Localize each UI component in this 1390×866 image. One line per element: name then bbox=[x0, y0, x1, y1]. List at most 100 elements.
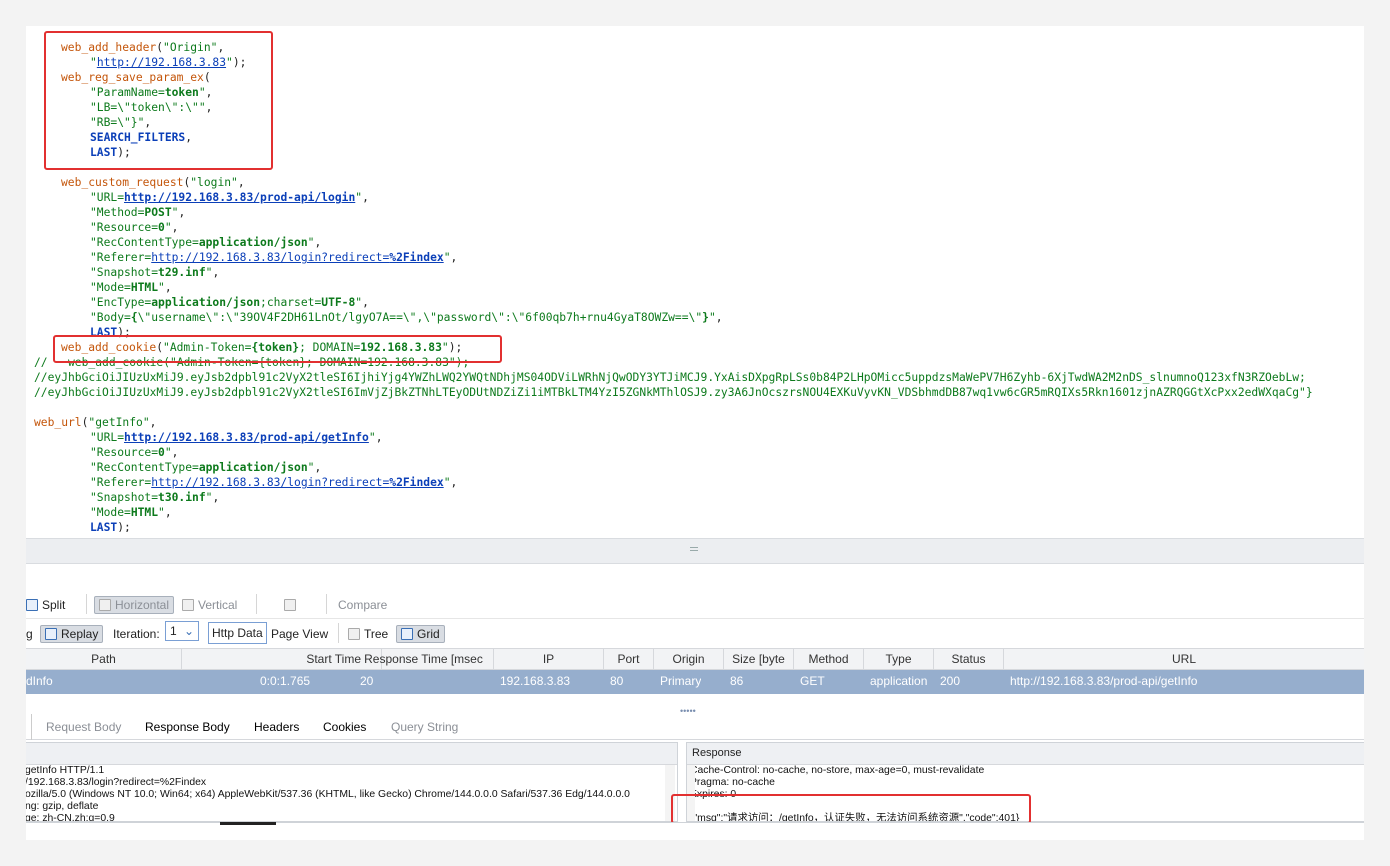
col-type[interactable]: Type bbox=[864, 649, 934, 671]
grid-button[interactable]: Grid bbox=[396, 625, 445, 643]
replay-icon bbox=[45, 628, 57, 640]
col-method[interactable]: Method bbox=[794, 649, 864, 671]
chevron-down-icon: ⌄ bbox=[183, 624, 194, 638]
script-editor[interactable]: web_add_header("Origin", "http://192.168.… bbox=[26, 26, 1364, 532]
code-line[interactable]: "RecContentType=application/json", bbox=[26, 235, 1364, 250]
toolbar-divider bbox=[338, 623, 339, 643]
cell-port: 80 bbox=[610, 674, 624, 688]
code-line[interactable]: LAST); bbox=[26, 325, 1364, 340]
code-line[interactable]: LAST); bbox=[26, 520, 1364, 532]
code-line[interactable]: "http://192.168.3.83"); bbox=[26, 55, 1364, 70]
col-url[interactable]: URL bbox=[1004, 649, 1364, 671]
code-line[interactable]: "URL=http://192.168.3.83/prod-api/login"… bbox=[26, 190, 1364, 205]
http-data-button[interactable]: Http Data bbox=[208, 622, 267, 644]
text-line: {"msg":"请求访问：/getInfo，认证失败，无法访问系统资源","co… bbox=[690, 813, 1020, 822]
tab-headers[interactable]: Headers bbox=[254, 720, 299, 734]
splitter-grip[interactable] bbox=[690, 547, 698, 551]
col-response-time[interactable]: Response Time [msec bbox=[354, 649, 494, 671]
code-line[interactable]: web_url("getInfo", bbox=[26, 415, 1364, 430]
page-view-button[interactable]: Page View bbox=[271, 625, 328, 643]
code-line[interactable]: "Referer=http://192.168.3.83/login?redir… bbox=[26, 250, 1364, 265]
text-line: ozilla/5.0 (Windows NT 10.0; Win64; x64)… bbox=[26, 789, 630, 800]
grid-label: Grid bbox=[417, 627, 440, 641]
cell-size: 86 bbox=[730, 674, 744, 688]
code-line[interactable] bbox=[26, 400, 1364, 415]
compare-button[interactable]: Compare bbox=[338, 596, 387, 614]
scroll-thumb[interactable] bbox=[220, 822, 276, 825]
horizontal-label: Horizontal bbox=[115, 598, 170, 612]
code-line[interactable]: "Body={\"username\":\"39OV4F2DH61LnOt/lg… bbox=[26, 310, 1364, 325]
code-line[interactable]: "URL=http://192.168.3.83/prod-api/getInf… bbox=[26, 430, 1364, 445]
col-path[interactable]: Path bbox=[26, 649, 182, 671]
iteration-value: 1 bbox=[170, 624, 177, 638]
code-line[interactable]: web_add_header("Origin", bbox=[26, 40, 1364, 55]
request-text[interactable]: getInfo HTTP/1.1/192.168.3.83/login?redi… bbox=[26, 765, 677, 822]
code-line[interactable]: web_reg_save_param_ex( bbox=[26, 70, 1364, 85]
cell-origin: Primary bbox=[660, 674, 702, 688]
tab-response-body[interactable]: Response Body bbox=[145, 720, 230, 734]
code-line[interactable]: "ParamName=token", bbox=[26, 85, 1364, 100]
fragment-label: g bbox=[26, 627, 33, 641]
iteration-select[interactable]: 1 ⌄ bbox=[165, 621, 199, 641]
tab-cookies[interactable]: Cookies bbox=[323, 720, 366, 734]
code-line[interactable]: // web_add_cookie("Admin-Token={token}; … bbox=[26, 355, 1364, 370]
compare-label: Compare bbox=[338, 598, 388, 612]
tab-request-body[interactable]: Request Body bbox=[46, 720, 121, 734]
split-label: Split bbox=[42, 598, 66, 612]
horizontal-layout-icon bbox=[99, 599, 111, 611]
tree-label: Tree bbox=[364, 627, 389, 641]
code-line[interactable]: "RecContentType=application/json", bbox=[26, 460, 1364, 475]
iteration-label: Iteration: bbox=[113, 625, 160, 643]
code-line[interactable] bbox=[26, 160, 1364, 175]
cell-url: http://192.168.3.83/prod-api/getInfo bbox=[1010, 674, 1198, 688]
col-size[interactable]: Size [byte bbox=[724, 649, 794, 671]
code-line[interactable]: "Resource=0", bbox=[26, 445, 1364, 460]
pane-splitter[interactable] bbox=[26, 538, 1364, 564]
col-ip[interactable]: IP bbox=[494, 649, 604, 671]
code-line[interactable]: "Snapshot=t30.inf", bbox=[26, 490, 1364, 505]
cell-ip: 192.168.3.83 bbox=[500, 674, 571, 688]
code-line[interactable]: "Mode=HTML", bbox=[26, 280, 1364, 295]
code-line[interactable]: //eyJhbGciOiJIUzUxMiJ9.eyJsb2dpbl91c2VyX… bbox=[26, 370, 1364, 385]
code-line[interactable]: "Snapshot=t29.inf", bbox=[26, 265, 1364, 280]
request-scrollbar[interactable] bbox=[665, 765, 675, 821]
col-port[interactable]: Port bbox=[604, 649, 654, 671]
code-line[interactable]: //eyJhbGciOiJIUzUxMiJ9.eyJsb2dpbl91c2VyX… bbox=[26, 385, 1364, 400]
vertical-label: Vertical bbox=[198, 598, 238, 612]
code-line[interactable]: "Resource=0", bbox=[26, 220, 1364, 235]
response-panel-header: Response bbox=[687, 743, 1364, 765]
code-line[interactable]: web_custom_request("login", bbox=[26, 175, 1364, 190]
text-line: Cache-Control: no-cache, no-store, max-a… bbox=[690, 765, 985, 776]
col-origin[interactable]: Origin bbox=[654, 649, 724, 671]
table-row[interactable]: dInfo 0:0:1.765 20 192.168.3.83 80 Prima… bbox=[26, 670, 1364, 694]
tree-button[interactable]: Tree bbox=[348, 625, 388, 643]
split-button[interactable]: Split bbox=[26, 596, 65, 614]
vertical-button[interactable]: Vertical bbox=[182, 596, 237, 614]
cell-status: 200 bbox=[940, 674, 961, 688]
response-scrollbar[interactable] bbox=[687, 765, 695, 821]
app-frame: web_add_header("Origin", "http://192.168.… bbox=[26, 26, 1364, 840]
text-line: ge: zh-CN,zh;q=0.9 bbox=[26, 813, 115, 822]
code-line[interactable]: "RB=\"}", bbox=[26, 115, 1364, 130]
code-line[interactable]: "EncType=application/json;charset=UTF-8"… bbox=[26, 295, 1364, 310]
tab-query-string[interactable]: Query String bbox=[391, 720, 458, 734]
col-start-time[interactable]: Start Time bbox=[182, 649, 382, 671]
horizontal-button[interactable]: Horizontal bbox=[94, 596, 175, 614]
data-toolbar: g Replay Iteration: 1 ⌄ Http Data Page Vi… bbox=[26, 619, 1364, 648]
code-line[interactable]: LAST); bbox=[26, 145, 1364, 160]
view-toolbar: Split Horizontal Vertical Compare bbox=[26, 590, 1364, 619]
code-line[interactable]: "LB=\"token\":\"", bbox=[26, 100, 1364, 115]
code-line[interactable]: SEARCH_FILTERS, bbox=[26, 130, 1364, 145]
replay-button[interactable]: Replay bbox=[40, 625, 104, 643]
code-line[interactable]: "Mode=HTML", bbox=[26, 505, 1364, 520]
text-line bbox=[690, 801, 1364, 813]
response-text[interactable]: Cache-Control: no-cache, no-store, max-a… bbox=[687, 765, 1364, 822]
sync-button[interactable] bbox=[284, 596, 296, 614]
code-line[interactable]: "Method=POST", bbox=[26, 205, 1364, 220]
code-line[interactable]: web_add_cookie("Admin-Token={token}; DOM… bbox=[26, 340, 1364, 355]
cell-path: dInfo bbox=[26, 674, 53, 688]
page-view-label: Page View bbox=[271, 627, 329, 641]
col-status[interactable]: Status bbox=[934, 649, 1004, 671]
code-line[interactable]: "Referer=http://192.168.3.83/login?redir… bbox=[26, 475, 1364, 490]
request-panel: getInfo HTTP/1.1/192.168.3.83/login?redi… bbox=[26, 742, 678, 822]
